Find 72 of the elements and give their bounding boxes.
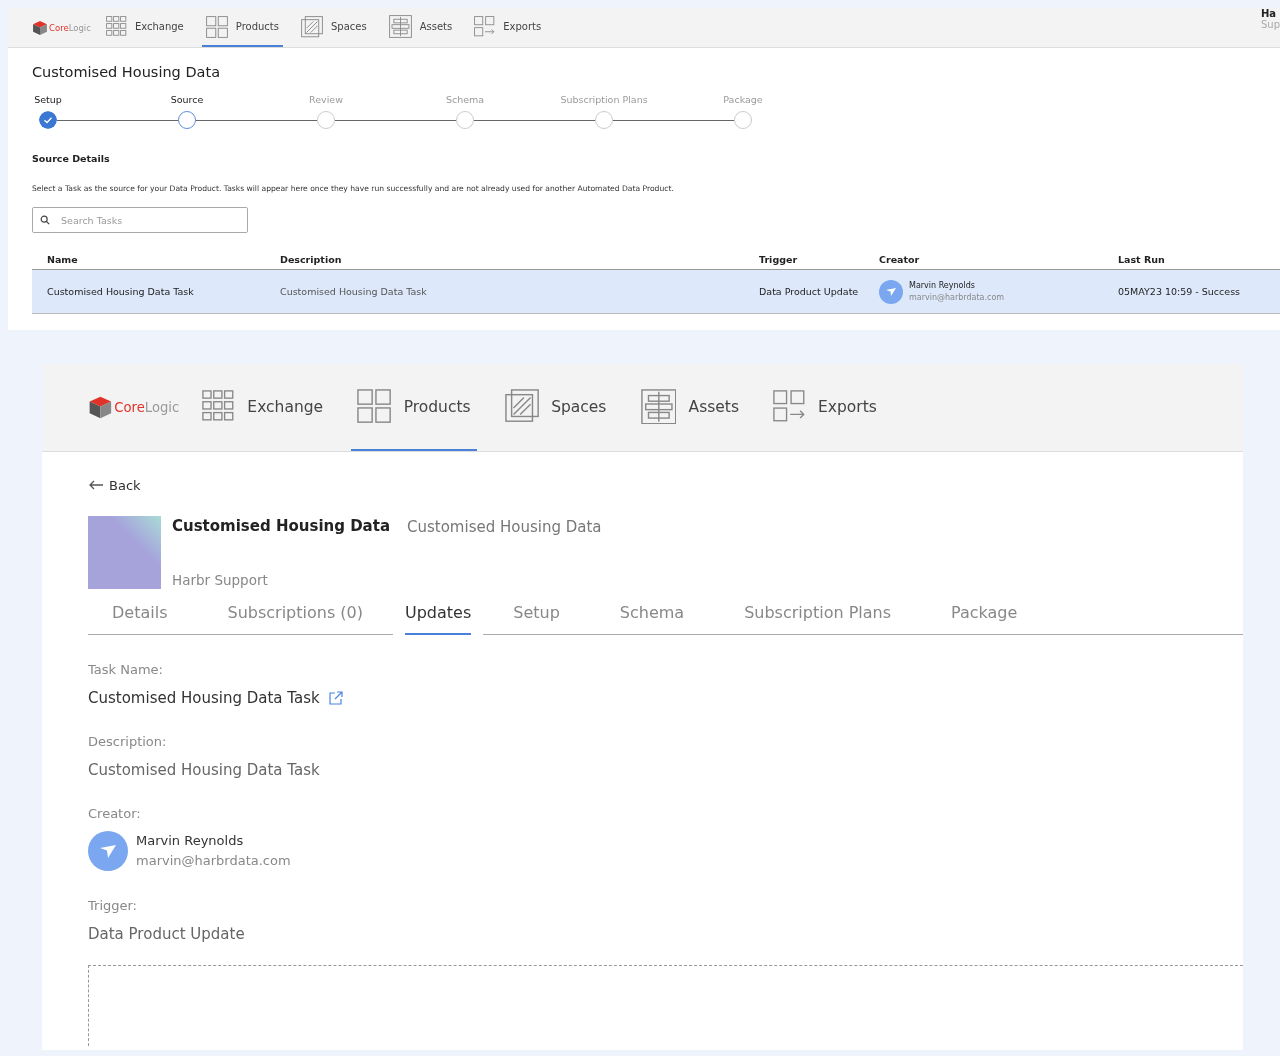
column-header: Trigger [744, 251, 864, 270]
table-cell: Data Product Update [759, 286, 859, 297]
nav-tab[interactable]: Exports [470, 8, 546, 47]
column-header: Creator [864, 251, 1103, 270]
step-label: Package [723, 94, 763, 105]
field-label: Description: [88, 734, 168, 749]
tab[interactable]: Subscription Plans [714, 603, 922, 635]
field-label: Creator: [88, 806, 142, 821]
grid-icon [205, 15, 228, 38]
layers-icon [640, 388, 677, 425]
column-header: Description [265, 251, 744, 270]
field-value: Customised Housing Data Task [88, 689, 320, 707]
section-title: Source Details [32, 153, 111, 164]
avatar-icon [879, 279, 903, 304]
external-link-icon[interactable] [327, 690, 344, 706]
creator-name: Marvin Reynolds [909, 280, 976, 292]
creator-name: Marvin Reynolds [136, 832, 245, 850]
step-label: Schema [445, 94, 485, 105]
layers-icon [388, 15, 412, 38]
nav-tab[interactable]: Spaces [296, 8, 371, 47]
step-label: Source [170, 94, 204, 105]
tab[interactable]: Setup [483, 603, 590, 635]
step-label: Subscription Plans [560, 94, 648, 105]
nav-tab[interactable]: Exchange [101, 8, 188, 47]
page-title: Customised Housing Data [32, 64, 222, 80]
brand-name: CoreLogic [49, 22, 91, 33]
tab[interactable]: Package [921, 603, 1243, 635]
nav-tab[interactable]: Products [201, 8, 283, 47]
creator-email: marvin@harbrdata.com [136, 852, 291, 870]
logo-icon [32, 19, 48, 36]
table-cell: Customised Housing Data Task [280, 286, 427, 297]
user-org: Sup [1260, 19, 1280, 30]
nav-tab[interactable]: Assets [634, 364, 746, 451]
field-label: Trigger: [88, 898, 138, 913]
nav-tab[interactable]: Assets [384, 8, 457, 47]
logo-icon [88, 395, 113, 420]
creator-email: marvin@harbrdata.com [909, 291, 1005, 303]
step-label: Setup [34, 94, 62, 105]
product-description: Customised Housing Data [407, 518, 602, 538]
nav-tab[interactable]: Products [351, 364, 477, 451]
nav-tab[interactable]: Exchange [196, 364, 330, 451]
avatar-icon [88, 831, 128, 871]
step-label: Review [309, 94, 343, 105]
tab[interactable]: Subscriptions (0) [197, 603, 393, 635]
back-link[interactable]: Back [88, 477, 141, 493]
field-label: Task Name: [88, 662, 164, 677]
table-cell: Customised Housing Data Task [47, 286, 194, 297]
nav-tab[interactable]: Exports [766, 364, 883, 451]
search-icon [40, 215, 50, 225]
grid-icon [202, 390, 235, 423]
nav-tab[interactable]: Spaces [498, 364, 613, 451]
grid-icon [357, 389, 392, 424]
product-title: Customised Housing Data [172, 517, 392, 535]
export-icon [773, 390, 806, 423]
tab[interactable]: Details [88, 603, 198, 635]
tab[interactable]: Updates [404, 603, 472, 635]
table-row[interactable]: Customised Housing Data Task Customised Housing Data Task Data Product Update Marvin Reynolds marvin@harbrdata.com 05MAY23 10:59 - Success [32, 269, 1280, 314]
field-value: Data Product Update [88, 925, 245, 943]
export-icon [474, 16, 496, 37]
field-value: Customised Housing Data Task [88, 761, 320, 779]
tab[interactable]: Schema [589, 603, 715, 635]
product-owner: Harbr Support [172, 572, 269, 588]
grid-icon [105, 16, 127, 37]
brand-name: CoreLogic [114, 400, 180, 415]
hatched-squares-icon [504, 389, 539, 424]
hatched-squares-icon [300, 15, 323, 38]
table-cell: 05MAY23 10:59 - Success [1118, 286, 1241, 297]
column-header: Name [32, 251, 265, 270]
column-header: Last Run [1103, 251, 1280, 270]
user-name: Ha [1260, 8, 1278, 19]
arrow-left-icon [88, 479, 104, 491]
search-field[interactable]: Search Tasks [32, 207, 248, 233]
